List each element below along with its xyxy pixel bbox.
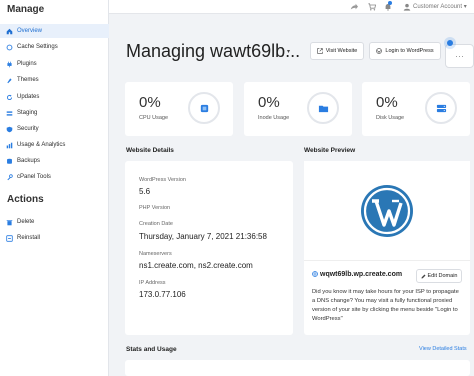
login-wordpress-button[interactable]: Login to WordPress xyxy=(369,42,441,60)
cart-icon[interactable] xyxy=(367,2,376,11)
share-icon[interactable] xyxy=(349,2,358,11)
website-details-heading: Website Details xyxy=(126,147,174,154)
wp-version-label: WordPress Version xyxy=(139,177,186,183)
sidebar-item-label: cPanel Tools xyxy=(17,174,51,180)
sidebar-item-label: Delete xyxy=(17,219,35,225)
wp-version-value: 5.6 xyxy=(139,187,151,196)
manage-heading: Manage xyxy=(7,4,45,15)
external-link-icon xyxy=(317,48,323,54)
cpu-usage-label: CPU Usage xyxy=(139,115,169,121)
plug-icon xyxy=(6,61,13,68)
disk-usage-gauge xyxy=(425,92,457,124)
nameservers-value: ns1.create.com, ns2.create.com xyxy=(139,261,253,270)
sidebar-item-reinstall[interactable]: Reinstall xyxy=(0,231,109,245)
php-version-label: PHP Version xyxy=(139,205,171,211)
cpu-icon xyxy=(198,102,210,114)
more-options-button[interactable]: ⋯ xyxy=(445,44,474,68)
website-preview-image[interactable] xyxy=(304,161,470,261)
cache-icon xyxy=(6,44,13,51)
creation-date-value: Thursday, January 7, 2021 21:36:58 xyxy=(139,232,267,241)
ip-address-label: IP Address xyxy=(139,280,166,286)
sidebar-item-cpanel-tools[interactable]: cPanel Tools xyxy=(0,170,109,184)
inode-usage-card: 0% Inode Usage xyxy=(244,82,352,136)
page-title: Managing wawt69lb... xyxy=(126,41,301,61)
disk-usage-value: 0% xyxy=(376,94,398,111)
ip-address-value: 173.0.77.106 xyxy=(139,290,186,299)
sidebar-item-label: Cache Settings xyxy=(17,44,58,50)
home-icon xyxy=(6,28,13,35)
backup-icon xyxy=(6,158,13,165)
site-domain[interactable]: wqwt69lb.wp.create.com xyxy=(320,271,402,278)
visit-website-label: Visit Website xyxy=(325,48,358,54)
creation-date-label: Creation Date xyxy=(139,221,173,227)
site-switcher-caret[interactable]: ▾ xyxy=(287,48,290,55)
cpu-usage-card: 0% CPU Usage xyxy=(125,82,233,136)
wordpress-logo xyxy=(361,184,413,237)
sidebar-item-security[interactable]: Security xyxy=(0,122,109,136)
sidebar-item-overview[interactable]: Overview xyxy=(0,24,109,38)
dns-propagation-note: Did you know it may take hours for your … xyxy=(312,289,459,322)
sidebar-item-label: Reinstall xyxy=(17,235,41,241)
website-preview-heading: Website Preview xyxy=(304,147,356,154)
sidebar-item-label: Themes xyxy=(17,77,39,83)
sidebar-item-label: Security xyxy=(17,126,39,132)
login-wordpress-label: Login to WordPress xyxy=(385,48,434,54)
notification-badge xyxy=(388,1,392,5)
chart-icon xyxy=(6,142,13,149)
sidebar-item-plugins[interactable]: Plugins xyxy=(0,57,109,71)
visit-website-button[interactable]: Visit Website xyxy=(310,42,364,60)
website-details-card xyxy=(125,161,293,335)
tools-icon xyxy=(6,173,13,181)
user-icon[interactable] xyxy=(402,2,411,11)
chevron-down-icon: ▾ xyxy=(463,4,467,10)
inode-usage-label: Inode Usage xyxy=(258,115,290,121)
paintbrush-icon xyxy=(6,77,13,84)
customer-account-menu[interactable]: Customer Account ▾ xyxy=(413,3,467,10)
trash-icon xyxy=(6,219,13,226)
sidebar-item-label: Updates xyxy=(17,94,40,100)
actions-heading: Actions xyxy=(7,194,44,205)
cpu-usage-gauge xyxy=(188,92,220,124)
cpu-usage-value: 0% xyxy=(139,94,161,111)
nameservers-label: Nameservers xyxy=(139,251,172,257)
disk-icon xyxy=(435,102,447,114)
status-indicator-dot xyxy=(447,40,453,46)
sidebar-item-usage-analytics[interactable]: Usage & Analytics xyxy=(0,138,109,152)
inode-usage-value: 0% xyxy=(258,94,280,111)
sidebar: Manage Overview Cache Settings Plugins T… xyxy=(0,0,109,376)
refresh-icon xyxy=(6,94,13,101)
inode-usage-gauge xyxy=(307,92,339,124)
folder-icon xyxy=(317,102,329,114)
sidebar-item-label: Overview xyxy=(17,28,43,34)
disk-usage-label: Disk Usage xyxy=(376,115,405,121)
shield-icon xyxy=(6,126,13,133)
sidebar-item-label: Plugins xyxy=(17,61,37,67)
edit-domain-button[interactable]: Edit Domain xyxy=(416,269,462,283)
wordpress-icon xyxy=(376,48,383,54)
sidebar-item-delete[interactable]: Delete xyxy=(0,215,109,229)
sidebar-item-label: Staging xyxy=(17,110,38,116)
edit-domain-label: Edit Domain xyxy=(427,273,458,279)
pencil-icon xyxy=(421,274,426,278)
stats-usage-heading: Stats and Usage xyxy=(126,346,177,353)
sidebar-item-updates[interactable]: Updates xyxy=(0,90,109,104)
reinstall-icon xyxy=(6,234,13,242)
sidebar-item-label: Usage & Analytics xyxy=(17,142,66,148)
sidebar-item-staging[interactable]: Staging xyxy=(0,106,109,120)
sidebar-item-cache-settings[interactable]: Cache Settings xyxy=(0,40,109,54)
customer-account-label: Customer Account xyxy=(413,4,463,10)
staging-icon xyxy=(6,110,13,117)
view-detailed-stats-link[interactable]: View Detailed Stats xyxy=(419,346,467,352)
stats-usage-card xyxy=(125,360,470,376)
globe-icon xyxy=(312,271,318,277)
disk-usage-card: 0% Disk Usage xyxy=(362,82,470,136)
sidebar-item-themes[interactable]: Themes xyxy=(0,73,109,87)
sidebar-item-label: Backups xyxy=(17,158,41,164)
sidebar-item-backups[interactable]: Backups xyxy=(0,154,109,168)
